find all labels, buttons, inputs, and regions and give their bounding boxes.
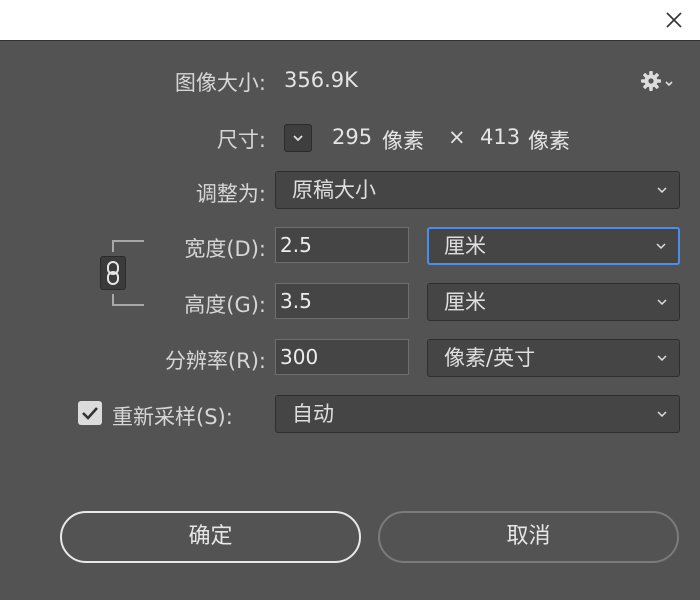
constrain-proportions-button[interactable] [100,256,126,290]
dimensions-times-sign: × [448,125,466,149]
width-input[interactable] [275,227,409,263]
resample-method-select[interactable]: 自动 [275,395,680,433]
width-unit-selected-value: 厘米 [444,234,486,258]
dimensions-unit-dropdown[interactable] [284,124,312,152]
dimensions-width-value: 295 [332,125,373,149]
width-label: 宽度(D): [184,237,266,261]
close-button[interactable] [662,8,686,32]
chevron-down-icon [293,135,303,142]
gear-icon [641,71,673,91]
height-unit-selected-value: 厘米 [444,290,486,314]
resolution-label: 分辨率(R): [164,349,266,373]
settings-menu-button[interactable] [640,69,676,93]
chevron-down-icon [657,411,667,418]
image-size-value: 356.9K [284,68,358,92]
resolution-input[interactable] [275,339,409,375]
chevron-down-icon [657,355,667,362]
image-size-label: 图像大小: [174,71,266,95]
height-label: 高度(G): [184,293,266,317]
dimensions-height-value: 413 [480,125,521,149]
resample-method-selected-value: 自动 [292,402,334,426]
link-icon [107,261,119,285]
fit-to-label: 调整为: [195,182,266,206]
chevron-down-icon [657,299,667,306]
resample-checkbox[interactable] [78,401,102,425]
check-icon [82,407,98,420]
resample-label: 重新采样(S): [112,405,233,429]
width-unit-select[interactable]: 厘米 [427,227,680,265]
chevron-down-icon [657,187,667,194]
image-size-dialog: 图像大小: 356.9K 尺寸: 295 像素 × 413 像素 调整为: 原稿… [0,41,700,600]
dimensions-height-unit: 像素 [528,129,570,153]
resolution-unit-selected-value: 像素/英寸 [444,346,536,370]
height-unit-select[interactable]: 厘米 [427,283,680,321]
height-input[interactable] [275,283,409,319]
constrain-bracket-top [112,240,144,252]
chevron-down-icon [656,243,666,250]
cancel-button[interactable]: 取消 [378,511,679,563]
constrain-bracket-bottom [112,294,144,306]
fit-to-select[interactable]: 原稿大小 [275,171,680,209]
ok-button[interactable]: 确定 [60,511,361,563]
dimensions-width-unit: 像素 [382,129,424,153]
fit-to-selected-value: 原稿大小 [292,178,376,202]
dimensions-label: 尺寸: [216,128,266,152]
resolution-unit-select[interactable]: 像素/英寸 [427,339,680,377]
title-bar [0,0,700,41]
close-icon [666,12,682,28]
